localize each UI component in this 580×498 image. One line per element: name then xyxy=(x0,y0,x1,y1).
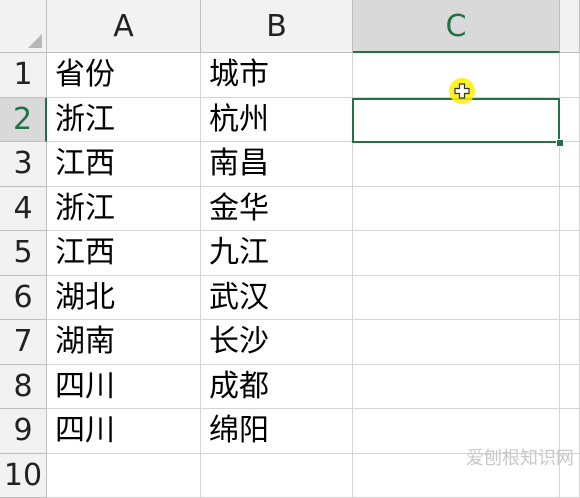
row-header-1[interactable]: 1 xyxy=(0,53,47,98)
mouse-cursor xyxy=(449,78,475,104)
cell-a7[interactable]: 湖南 xyxy=(47,320,201,365)
row-header-5[interactable]: 5 xyxy=(0,231,47,276)
cell-a4[interactable]: 浙江 xyxy=(47,187,201,232)
cell-d4[interactable] xyxy=(560,187,580,232)
row-header-10[interactable]: 10 xyxy=(0,454,47,498)
row-header-6[interactable]: 6 xyxy=(0,276,47,321)
row-header-7[interactable]: 7 xyxy=(0,320,47,365)
cell-d5[interactable] xyxy=(560,231,580,276)
cell-c3[interactable] xyxy=(353,142,560,187)
cross-cursor-icon xyxy=(454,83,470,99)
column-header-a[interactable]: A xyxy=(47,0,201,53)
cell-d2[interactable] xyxy=(560,98,580,143)
row-header-9[interactable]: 9 xyxy=(0,409,47,454)
cell-a8[interactable]: 四川 xyxy=(47,365,201,410)
cell-a1[interactable]: 省份 xyxy=(47,53,201,98)
column-header-c[interactable]: C xyxy=(353,0,560,53)
cell-c5[interactable] xyxy=(353,231,560,276)
cell-b2[interactable]: 杭州 xyxy=(201,98,353,143)
cell-a5[interactable]: 江西 xyxy=(47,231,201,276)
cell-d1[interactable] xyxy=(560,53,580,98)
cell-c8[interactable] xyxy=(353,365,560,410)
cell-a3[interactable]: 江西 xyxy=(47,142,201,187)
cell-b9[interactable]: 绵阳 xyxy=(201,409,353,454)
row-header-3[interactable]: 3 xyxy=(0,142,47,187)
spreadsheet-grid: A B C 1省份城市 2浙江杭州 3江西南昌 4浙江金华 5江西九江 6湖北武汉 7湖南长… xyxy=(0,0,580,472)
column-header-b[interactable]: B xyxy=(201,0,353,53)
select-all-corner[interactable] xyxy=(0,0,47,53)
row-header-8[interactable]: 8 xyxy=(0,365,47,410)
cell-b6[interactable]: 武汉 xyxy=(201,276,353,321)
cell-b4[interactable]: 金华 xyxy=(201,187,353,232)
cell-a2[interactable]: 浙江 xyxy=(47,98,201,143)
cell-b10[interactable] xyxy=(201,454,353,498)
select-all-triangle-icon xyxy=(28,34,42,48)
cell-d3[interactable] xyxy=(560,142,580,187)
cell-a10[interactable] xyxy=(47,454,201,498)
cell-b7[interactable]: 长沙 xyxy=(201,320,353,365)
cell-c7[interactable] xyxy=(353,320,560,365)
column-header-d[interactable] xyxy=(560,0,580,53)
cell-b8[interactable]: 成都 xyxy=(201,365,353,410)
row-header-2[interactable]: 2 xyxy=(0,98,47,143)
watermark: 爱刨根知识网 xyxy=(466,444,574,470)
cell-c4[interactable] xyxy=(353,187,560,232)
cell-d8[interactable] xyxy=(560,365,580,410)
cell-c2[interactable] xyxy=(353,98,560,143)
cell-d7[interactable] xyxy=(560,320,580,365)
row-header-4[interactable]: 4 xyxy=(0,187,47,232)
cell-d6[interactable] xyxy=(560,276,580,321)
cell-c6[interactable] xyxy=(353,276,560,321)
cell-b1[interactable]: 城市 xyxy=(201,53,353,98)
cell-a9[interactable]: 四川 xyxy=(47,409,201,454)
fill-handle[interactable] xyxy=(556,139,564,147)
cell-b5[interactable]: 九江 xyxy=(201,231,353,276)
cell-a6[interactable]: 湖北 xyxy=(47,276,201,321)
cell-b3[interactable]: 南昌 xyxy=(201,142,353,187)
